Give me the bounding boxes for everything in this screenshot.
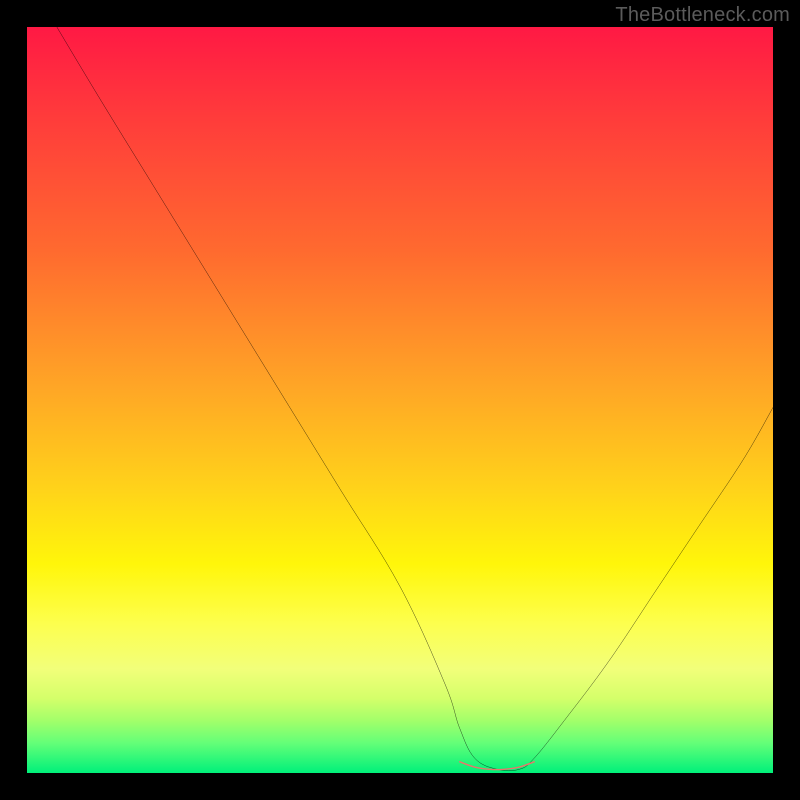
- watermark-text: TheBottleneck.com: [615, 4, 790, 27]
- chart-frame: TheBottleneck.com: [0, 0, 800, 800]
- bottleneck-curve: [57, 27, 773, 771]
- sweet-spot-marker: [460, 762, 535, 770]
- plot-area: [27, 27, 773, 773]
- curve-layer: [27, 27, 773, 773]
